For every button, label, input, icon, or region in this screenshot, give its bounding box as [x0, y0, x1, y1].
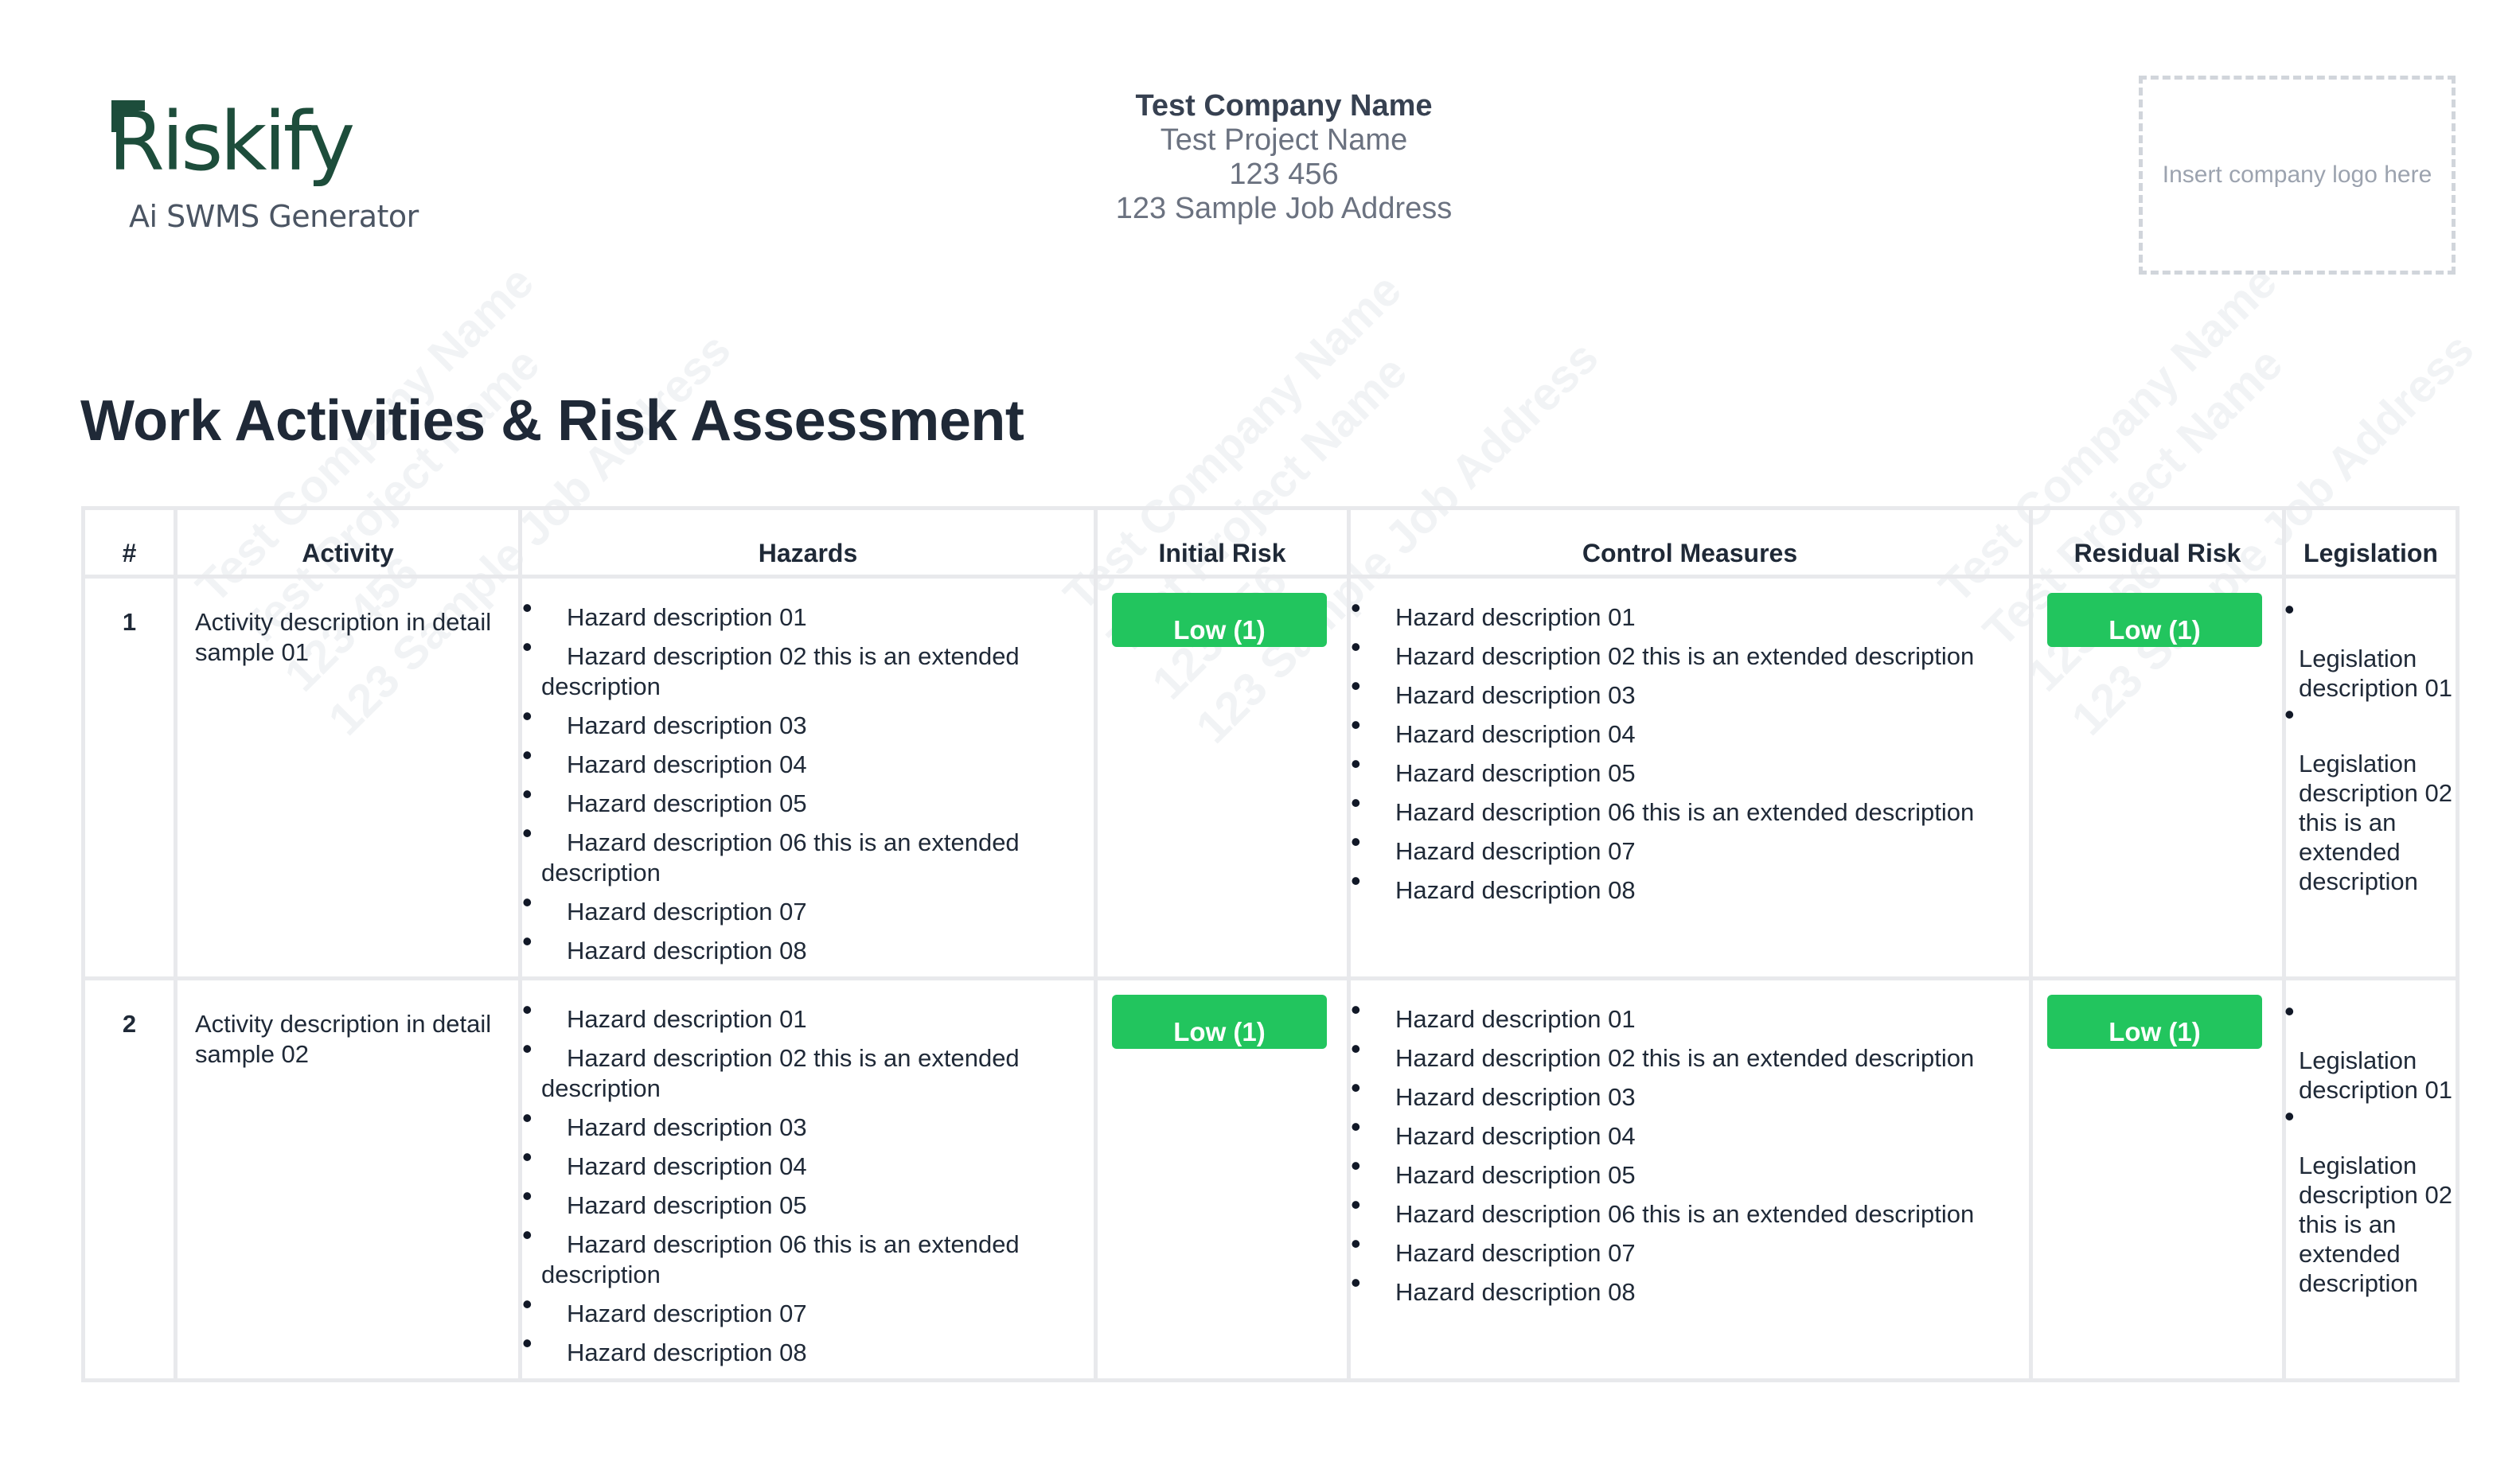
control-item: Hazard description 03 — [1351, 671, 2021, 711]
control-item: Hazard description 08 — [1351, 866, 2021, 906]
control-item: Hazard description 04 — [1351, 1112, 2021, 1152]
control-item: Hazard description 01 — [1351, 593, 2021, 633]
logo-subtitle: Ai SWMS Generator — [129, 199, 419, 234]
header-hazards: Hazards — [518, 506, 1098, 579]
control-item: Hazard description 01 — [1351, 995, 2021, 1035]
control-item: Hazard description 06 this is an extende… — [1351, 788, 2021, 828]
hazard-item: Hazard description 01 — [522, 593, 1086, 633]
control-item: Hazard description 02 this is an extende… — [1351, 632, 2021, 672]
legislation-list: Legislation description 01 Legislation d… — [2284, 594, 2452, 896]
legislation-cell: Legislation description 01 Legislation d… — [2282, 976, 2460, 1382]
logo-placeholder-text: Insert company logo here — [2162, 162, 2432, 188]
hazard-item: Hazard description 06 this is an extende… — [522, 1220, 1086, 1290]
legislation-item: Legislation description 02 this is an ex… — [2284, 700, 2452, 896]
page-title: Work Activities & Risk Assessment — [80, 389, 1024, 453]
activity-description: Activity description in detail sample 01 — [174, 575, 522, 980]
table-row: 1 Activity description in detail sample … — [81, 575, 2460, 980]
hazards-list: Hazard description 01 Hazard description… — [522, 593, 1086, 966]
control-item: Hazard description 05 — [1351, 1151, 2021, 1191]
legislation-list: Legislation description 01 Legislation d… — [2284, 996, 2452, 1298]
header-initial-risk: Initial Risk — [1094, 506, 1351, 579]
control-item: Hazard description 04 — [1351, 710, 2021, 750]
project-name: Test Project Name — [1160, 123, 1408, 157]
hazard-item: Hazard description 08 — [522, 926, 1086, 966]
residual-risk-cell: Low (1) — [2029, 575, 2286, 980]
legislation-item: Legislation description 01 — [2284, 996, 2452, 1105]
header-number: # — [81, 506, 177, 579]
riskify-logo: Riskify Ai SWMS Generator — [108, 95, 419, 240]
job-address: 123 Sample Job Address — [1115, 192, 1453, 225]
legislation-item: Legislation description 01 — [2284, 594, 2452, 703]
control-item: Hazard description 08 — [1351, 1268, 2021, 1307]
initial-risk-badge: Low (1) — [1112, 995, 1327, 1049]
company-name: Test Company Name — [1135, 89, 1433, 123]
header-residual-risk: Residual Risk — [2029, 506, 2286, 579]
residual-risk-badge: Low (1) — [2047, 995, 2262, 1049]
residual-risk-cell: Low (1) — [2029, 976, 2286, 1382]
hazards-list: Hazard description 01 Hazard description… — [522, 995, 1086, 1368]
row-number: 2 — [81, 976, 177, 1382]
company-logo-placeholder[interactable]: Insert company logo here — [2139, 76, 2456, 275]
hazard-item: Hazard description 02 this is an extende… — [522, 632, 1086, 702]
company-info: Test Company Name Test Project Name 123 … — [1101, 89, 1467, 226]
controls-list: Hazard description 01 Hazard description… — [1351, 995, 2021, 1307]
hazard-item: Hazard description 08 — [522, 1328, 1086, 1368]
hazard-item: Hazard description 04 — [522, 1142, 1086, 1182]
initial-risk-cell: Low (1) — [1094, 575, 1351, 980]
hazard-item: Hazard description 02 this is an extende… — [522, 1034, 1086, 1104]
hazard-item: Hazard description 05 — [522, 779, 1086, 819]
initial-risk-cell: Low (1) — [1094, 976, 1351, 1382]
table-row: 2 Activity description in detail sample … — [81, 976, 2460, 1382]
control-item: Hazard description 03 — [1351, 1073, 2021, 1113]
hazard-item: Hazard description 07 — [522, 1289, 1086, 1329]
controls-cell: Hazard description 01 Hazard description… — [1347, 976, 2033, 1382]
header-activity: Activity — [174, 506, 522, 579]
control-item: Hazard description 05 — [1351, 749, 2021, 789]
hazard-item: Hazard description 03 — [522, 701, 1086, 741]
header-legislation: Legislation — [2282, 506, 2460, 579]
control-item: Hazard description 07 — [1351, 1229, 2021, 1269]
header-control-measures: Control Measures — [1347, 506, 2033, 579]
legislation-cell: Legislation description 01 Legislation d… — [2282, 575, 2460, 980]
table-header-row: # Activity Hazards Initial Risk Control … — [81, 506, 2460, 579]
hazard-item: Hazard description 07 — [522, 887, 1086, 927]
hazards-cell: Hazard description 01 Hazard description… — [518, 575, 1098, 980]
hazard-item: Hazard description 03 — [522, 1103, 1086, 1143]
hazard-item: Hazard description 01 — [522, 995, 1086, 1035]
control-item: Hazard description 06 this is an extende… — [1351, 1190, 2021, 1230]
initial-risk-badge: Low (1) — [1112, 593, 1327, 647]
controls-cell: Hazard description 01 Hazard description… — [1347, 575, 2033, 980]
legislation-item: Legislation description 02 this is an ex… — [2284, 1101, 2452, 1298]
control-item: Hazard description 07 — [1351, 827, 2021, 867]
controls-list: Hazard description 01 Hazard description… — [1351, 593, 2021, 906]
hazard-item: Hazard description 05 — [522, 1181, 1086, 1221]
hazard-item: Hazard description 04 — [522, 740, 1086, 780]
hazards-cell: Hazard description 01 Hazard description… — [518, 976, 1098, 1382]
residual-risk-badge: Low (1) — [2047, 593, 2262, 647]
project-number: 123 456 — [1229, 158, 1339, 191]
risk-assessment-table: # Activity Hazards Initial Risk Control … — [81, 506, 2460, 1382]
row-number: 1 — [81, 575, 177, 980]
activity-description: Activity description in detail sample 02 — [174, 976, 522, 1382]
hazard-item: Hazard description 06 this is an extende… — [522, 818, 1086, 888]
control-item: Hazard description 02 this is an extende… — [1351, 1034, 2021, 1074]
logo-wordmark: Riskify — [108, 95, 355, 189]
